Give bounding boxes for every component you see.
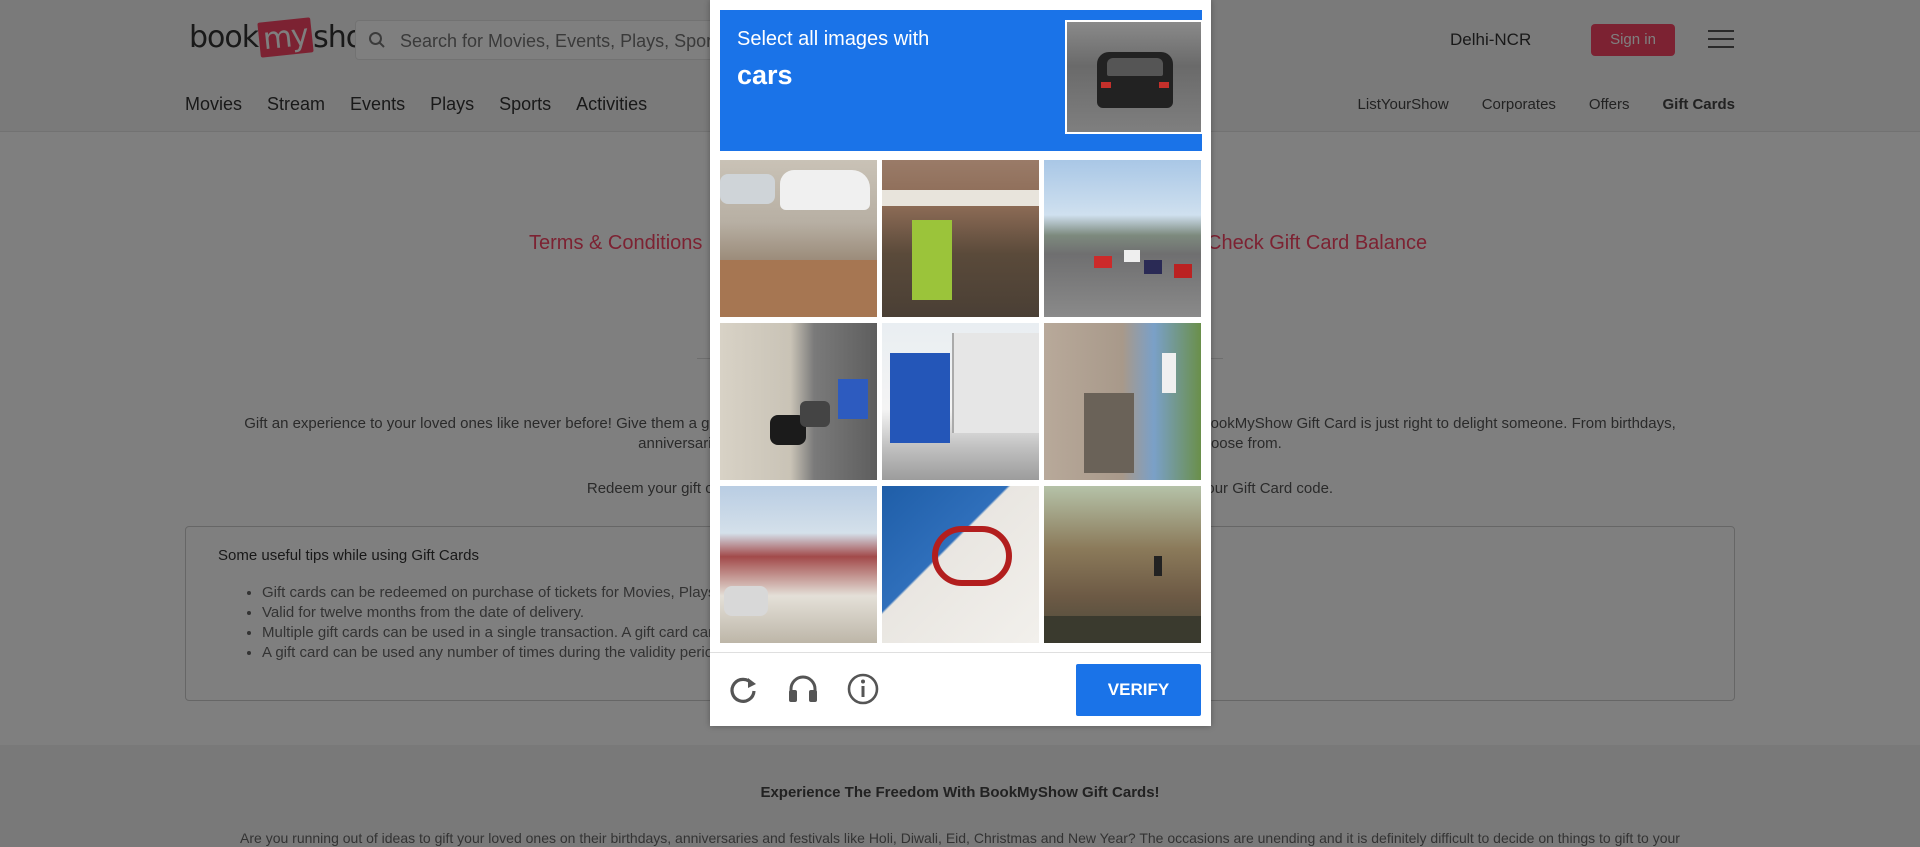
captcha-sample-image bbox=[1065, 20, 1203, 134]
captcha-tile-parking-lot-cars[interactable] bbox=[720, 160, 877, 317]
captcha-tile-sidewalk-wall[interactable] bbox=[1044, 323, 1201, 480]
audio-challenge-icon[interactable] bbox=[786, 672, 820, 706]
verify-button[interactable]: VERIFY bbox=[1076, 664, 1201, 716]
captcha-tile-motorcycle-billboard[interactable] bbox=[882, 486, 1039, 643]
captcha-header: Select all images with cars bbox=[720, 10, 1203, 151]
captcha-tile-apartment-traffic-light[interactable] bbox=[1044, 486, 1201, 643]
captcha-target-word: cars bbox=[737, 60, 793, 90]
captcha-image-grid bbox=[720, 160, 1202, 643]
reload-icon[interactable] bbox=[726, 672, 760, 706]
captcha-footer-divider bbox=[710, 652, 1211, 653]
captcha-tile-market-stall[interactable] bbox=[882, 160, 1039, 317]
captcha-instruction: Select all images with bbox=[737, 28, 930, 50]
captcha-tile-house-with-car[interactable] bbox=[720, 486, 877, 643]
captcha-tile-street-parked-cars[interactable] bbox=[720, 323, 877, 480]
car-image bbox=[1097, 52, 1173, 108]
image-captcha-dialog: Select all images with cars VERIFY bbox=[710, 0, 1211, 726]
captcha-tile-shop-building[interactable] bbox=[882, 323, 1039, 480]
info-icon[interactable] bbox=[846, 672, 880, 706]
captcha-tile-highway-traffic[interactable] bbox=[1044, 160, 1201, 317]
